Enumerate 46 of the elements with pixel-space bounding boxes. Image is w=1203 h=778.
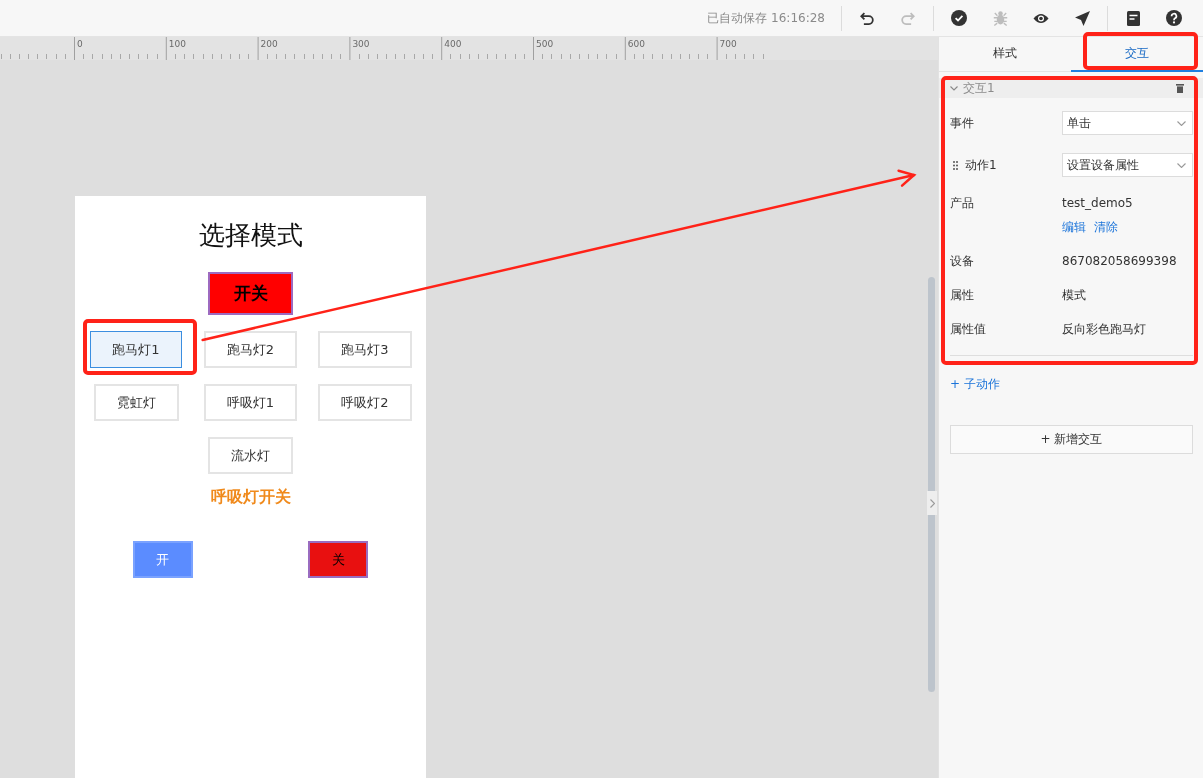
mode-button[interactable]: 跑马灯1 [90, 331, 182, 368]
field-label: 产品 [950, 194, 974, 212]
ruler-label: 200 [260, 39, 278, 50]
drag-handle-icon[interactable] [953, 160, 958, 170]
field-label: 属性值 [950, 320, 986, 338]
ruler-label: 700 [719, 39, 737, 50]
field-value: 模式 [1062, 287, 1086, 303]
field-label: 设备 [950, 252, 974, 270]
ruler-label: 100 [168, 39, 186, 50]
ruler-label: 400 [444, 39, 462, 50]
mode-button[interactable]: 呼吸灯1 [203, 384, 298, 421]
chevron-down-icon [1177, 120, 1186, 126]
chevron-down-icon [1177, 162, 1186, 168]
dropdown-field[interactable]: 设置设备属性 [1062, 153, 1193, 177]
mode-button[interactable]: 跑马灯3 [318, 331, 412, 368]
field-label: 属性 [950, 286, 974, 304]
action-link[interactable]: 清除 [1094, 219, 1118, 235]
mode-button[interactable]: 呼吸灯2 [318, 384, 412, 421]
section-heading: 呼吸灯开关 [210, 487, 291, 507]
field-value: test_demo5 [1062, 195, 1133, 211]
collapse-handle[interactable] [927, 491, 937, 515]
page-title: 选择模式 [198, 219, 303, 252]
field-value: 反向彩色跑马灯 [1062, 321, 1146, 337]
dropdown-field[interactable]: 单击 [1062, 111, 1193, 135]
add-subaction-link[interactable]: + 子动作 [950, 377, 1000, 391]
field-label: 事件 [950, 114, 974, 132]
mode-button[interactable]: 流水灯 [208, 437, 293, 474]
tab[interactable]: 样式 [939, 37, 1071, 72]
ruler-label: 300 [352, 39, 370, 50]
trash-icon[interactable] [1176, 83, 1184, 93]
ruler-label: 600 [627, 39, 645, 50]
mode-button[interactable]: 霓虹灯 [93, 384, 179, 421]
power-button[interactable]: 开关 [208, 272, 293, 315]
chevron-right-icon [929, 498, 935, 508]
add-interaction-button[interactable]: + 新增交互 [950, 425, 1193, 454]
field-label: 动作1 [965, 156, 997, 174]
scrollbar[interactable] [928, 277, 935, 692]
mode-button[interactable]: 跑马灯2 [203, 331, 298, 368]
interaction-title: 交互1 [963, 79, 996, 97]
ruler-label: 500 [536, 39, 554, 50]
autosave-status: 已自动保存 16:16:28 [707, 9, 825, 27]
action-link[interactable]: 编辑 [1062, 219, 1086, 235]
off-button[interactable]: 关 [308, 541, 369, 578]
tab[interactable]: 交互 [1071, 37, 1203, 72]
field-value: 867082058699398 [1062, 253, 1177, 269]
ruler-label: 0 [77, 39, 83, 50]
